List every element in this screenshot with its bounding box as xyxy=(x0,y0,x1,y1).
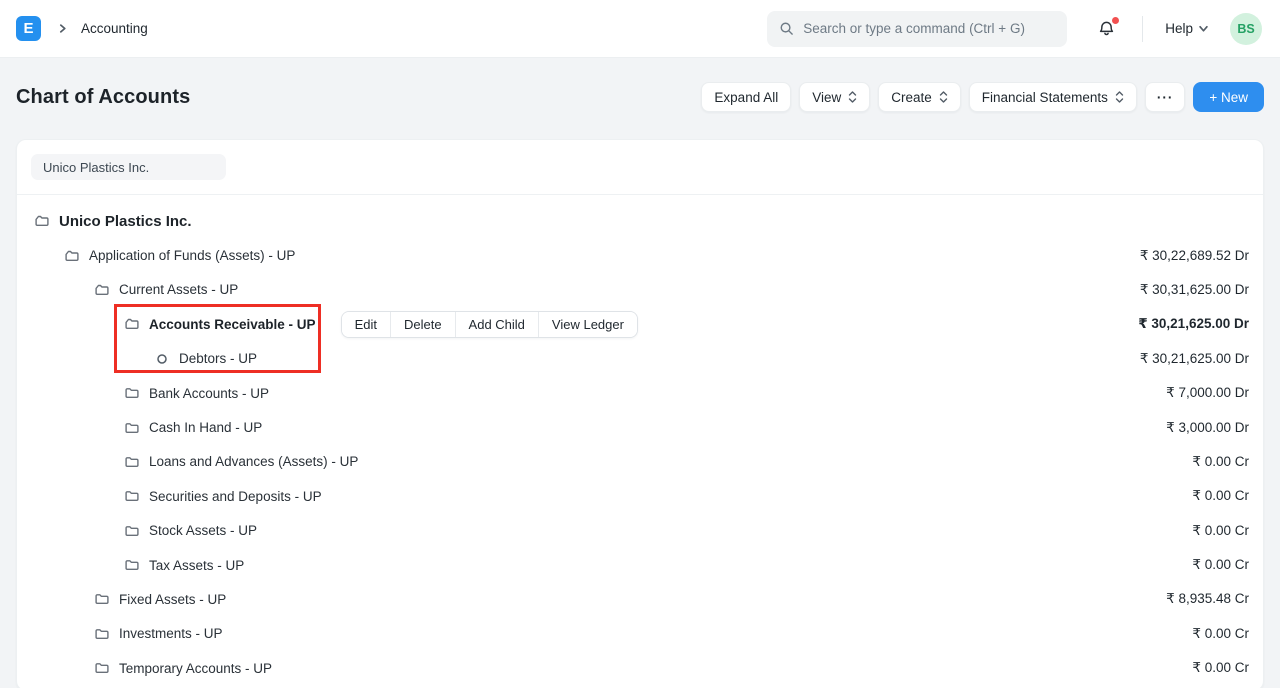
folder-icon xyxy=(124,523,140,539)
folder-icon xyxy=(94,626,110,642)
expand-all-label: Expand All xyxy=(714,90,778,105)
account-label: Bank Accounts - UP xyxy=(149,386,269,401)
account-label: Investments - UP xyxy=(119,626,223,641)
folder-open-icon xyxy=(124,316,140,332)
folder-open-icon xyxy=(64,248,80,264)
expand-all-button[interactable]: Expand All xyxy=(701,82,791,112)
account-balance: ₹ 0.00 Cr xyxy=(1192,660,1249,676)
page-actions: Expand All View Create Financial Stateme… xyxy=(701,82,1264,112)
account-label: Loans and Advances (Assets) - UP xyxy=(149,454,358,469)
folder-icon xyxy=(94,591,110,607)
account-tree: Unico Plastics Inc. Application of Funds … xyxy=(17,195,1263,688)
folder-open-icon xyxy=(34,213,50,229)
breadcrumb-accounting[interactable]: Accounting xyxy=(81,21,148,36)
account-balance: ₹ 0.00 Cr xyxy=(1192,523,1249,539)
account-label: Tax Assets - UP xyxy=(149,558,244,573)
tree-row[interactable]: Application of Funds (Assets) - UP ₹ 30,2… xyxy=(17,238,1263,272)
add-child-button[interactable]: Add Child xyxy=(455,312,538,337)
account-label: Fixed Assets - UP xyxy=(119,592,226,607)
view-ledger-button[interactable]: View Ledger xyxy=(538,312,637,337)
tree-row[interactable]: Unico Plastics Inc. xyxy=(17,204,1263,238)
navbar-right: Help BS xyxy=(767,11,1262,47)
filter-row: Unico Plastics Inc. xyxy=(17,140,1263,195)
navbar-divider xyxy=(1142,16,1143,42)
tree-row[interactable]: Loans and Advances (Assets) - UP ₹ 0.00 C… xyxy=(17,445,1263,479)
account-label: Debtors - UP xyxy=(179,351,257,366)
view-label: View xyxy=(812,90,841,105)
account-label: Temporary Accounts - UP xyxy=(119,661,272,676)
new-button[interactable]: + New xyxy=(1193,82,1264,112)
leaf-icon xyxy=(154,351,170,367)
account-balance: ₹ 30,31,625.00 Dr xyxy=(1140,282,1249,298)
account-balance: ₹ 30,21,625.00 Dr xyxy=(1138,316,1249,332)
navbar: E Accounting Help BS xyxy=(0,0,1280,58)
account-balance: ₹ 8,935.48 Cr xyxy=(1166,591,1249,607)
tree-row[interactable]: Tax Assets - UP ₹ 0.00 Cr xyxy=(17,548,1263,582)
account-balance: ₹ 30,21,625.00 Dr xyxy=(1140,351,1249,367)
chart-of-accounts-card: Unico Plastics Inc. Unico Plastics Inc. A… xyxy=(16,139,1264,688)
edit-button[interactable]: Edit xyxy=(342,312,390,337)
folder-icon xyxy=(124,557,140,573)
tree-row[interactable]: Current Assets - UP ₹ 30,31,625.00 Dr xyxy=(17,273,1263,307)
app-logo-icon[interactable]: E xyxy=(16,16,41,41)
tree-row[interactable]: Securities and Deposits - UP ₹ 0.00 Cr xyxy=(17,479,1263,513)
tree-row[interactable]: Temporary Accounts - UP ₹ 0.00 Cr xyxy=(17,651,1263,685)
tree-row[interactable]: Cash In Hand - UP ₹ 3,000.00 Dr xyxy=(17,410,1263,444)
folder-icon xyxy=(124,454,140,470)
folder-icon xyxy=(124,385,140,401)
tree-row[interactable]: Bank Accounts - UP ₹ 7,000.00 Dr xyxy=(17,376,1263,410)
folder-icon xyxy=(124,420,140,436)
more-menu-button[interactable]: ··· xyxy=(1145,82,1186,112)
account-label: Application of Funds (Assets) - UP xyxy=(89,248,295,263)
company-filter[interactable]: Unico Plastics Inc. xyxy=(31,154,226,180)
folder-open-icon xyxy=(94,282,110,298)
create-dropdown-button[interactable]: Create xyxy=(878,82,961,112)
tree-row[interactable]: Investments - UP ₹ 0.00 Cr xyxy=(17,617,1263,651)
financial-statements-dropdown-button[interactable]: Financial Statements xyxy=(969,82,1137,112)
view-dropdown-button[interactable]: View xyxy=(799,82,870,112)
account-balance: ₹ 0.00 Cr xyxy=(1192,454,1249,470)
folder-icon xyxy=(94,660,110,676)
tree-row[interactable]: Debtors - UP ₹ 30,21,625.00 Dr xyxy=(17,342,1263,376)
notifications-button[interactable] xyxy=(1097,19,1116,38)
account-balance: ₹ 0.00 Cr xyxy=(1192,488,1249,504)
account-label: Stock Assets - UP xyxy=(149,523,257,538)
account-balance: ₹ 7,000.00 Dr xyxy=(1166,385,1249,401)
account-balance: ₹ 30,22,689.52 Dr xyxy=(1140,248,1249,264)
account-label: Cash In Hand - UP xyxy=(149,420,262,435)
tree-row[interactable]: Accounts Receivable - UP EditDeleteAdd Ch… xyxy=(17,307,1263,341)
account-label: Current Assets - UP xyxy=(119,282,238,297)
account-balance: ₹ 3,000.00 Dr xyxy=(1166,420,1249,436)
account-label: Securities and Deposits - UP xyxy=(149,489,322,504)
search-icon xyxy=(779,21,794,36)
account-label: Unico Plastics Inc. xyxy=(59,213,192,230)
page-title: Chart of Accounts xyxy=(16,86,190,109)
global-search[interactable] xyxy=(767,11,1067,47)
account-balance: ₹ 0.00 Cr xyxy=(1192,557,1249,573)
create-label: Create xyxy=(891,90,932,105)
tree-row[interactable]: Fixed Assets - UP ₹ 8,935.48 Cr xyxy=(17,582,1263,616)
account-balance: ₹ 0.00 Cr xyxy=(1192,626,1249,642)
financial-statements-label: Financial Statements xyxy=(982,90,1108,105)
chevron-updown-icon xyxy=(939,90,948,104)
page-head: Chart of Accounts Expand All View Create… xyxy=(0,58,1280,112)
chevron-down-icon xyxy=(1199,24,1208,33)
chevron-updown-icon xyxy=(848,90,857,104)
folder-icon xyxy=(124,488,140,504)
help-menu[interactable]: Help xyxy=(1165,21,1208,36)
chevron-right-icon xyxy=(58,24,67,33)
help-label: Help xyxy=(1165,21,1193,36)
search-input[interactable] xyxy=(803,21,1055,36)
node-context-toolbar: EditDeleteAdd ChildView Ledger xyxy=(341,311,638,338)
tree-row[interactable]: Stock Assets - UP ₹ 0.00 Cr xyxy=(17,514,1263,548)
notification-dot xyxy=(1112,17,1119,24)
delete-button[interactable]: Delete xyxy=(390,312,455,337)
chevron-updown-icon xyxy=(1115,90,1124,104)
account-label: Accounts Receivable - UP xyxy=(149,317,316,332)
user-avatar[interactable]: BS xyxy=(1230,13,1262,45)
